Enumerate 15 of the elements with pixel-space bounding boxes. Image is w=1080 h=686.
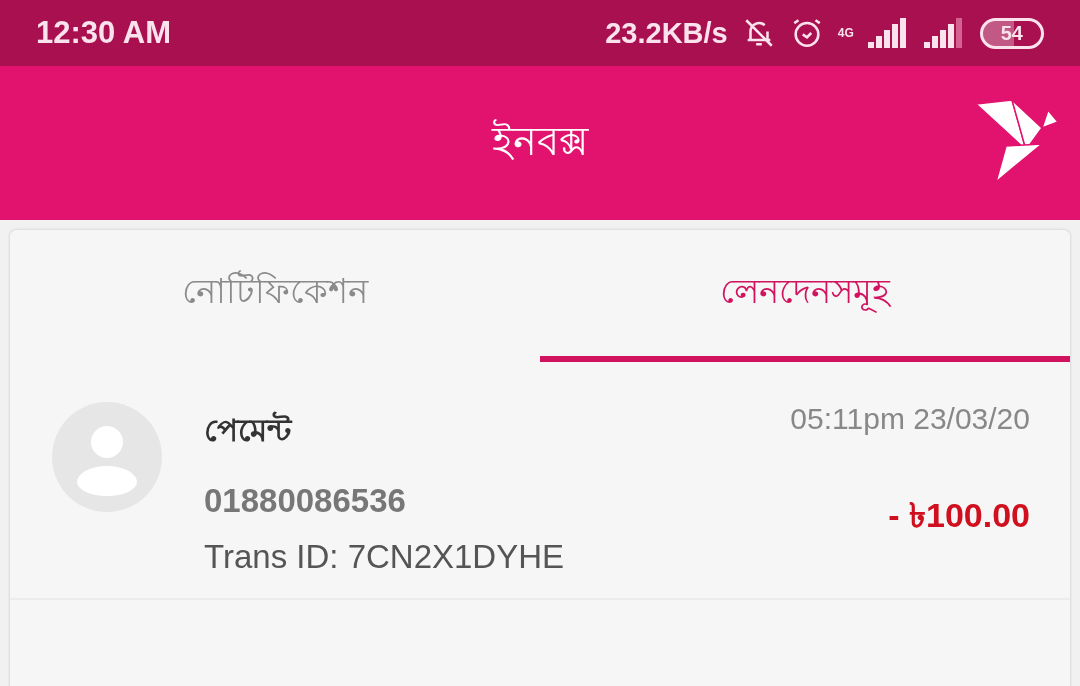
tab[interactable]: লেনদেনসমূহ [540,230,1070,362]
network-type: 4G [837,27,854,39]
origami-bird-icon [976,100,1058,182]
clock-time: 12:30 AM [36,15,171,51]
battery-level: 54 [979,17,1044,49]
transaction-type: পেমেন্ট [204,410,294,450]
transaction-date: 05:11pm 23/03/20 [790,402,1030,436]
transaction-amount: - ৳100.00 [888,495,1030,536]
network-speed: 23.2KB/s [605,16,728,50]
page-title: ইনবক্স [492,116,588,166]
transaction-row[interactable]: পেমেন্ট 01880086536 Trans ID: 7CN2X1DYHE 05:11pm 23/03/20 - ৳100.00 [10,362,1070,600]
tab[interactable]: নোটিফিকেশন [10,230,540,362]
phone-number: 01880086536 [204,482,407,520]
transaction-id: Trans ID: 7CN2X1DYHE [204,538,566,576]
avatar-icon [52,402,162,512]
